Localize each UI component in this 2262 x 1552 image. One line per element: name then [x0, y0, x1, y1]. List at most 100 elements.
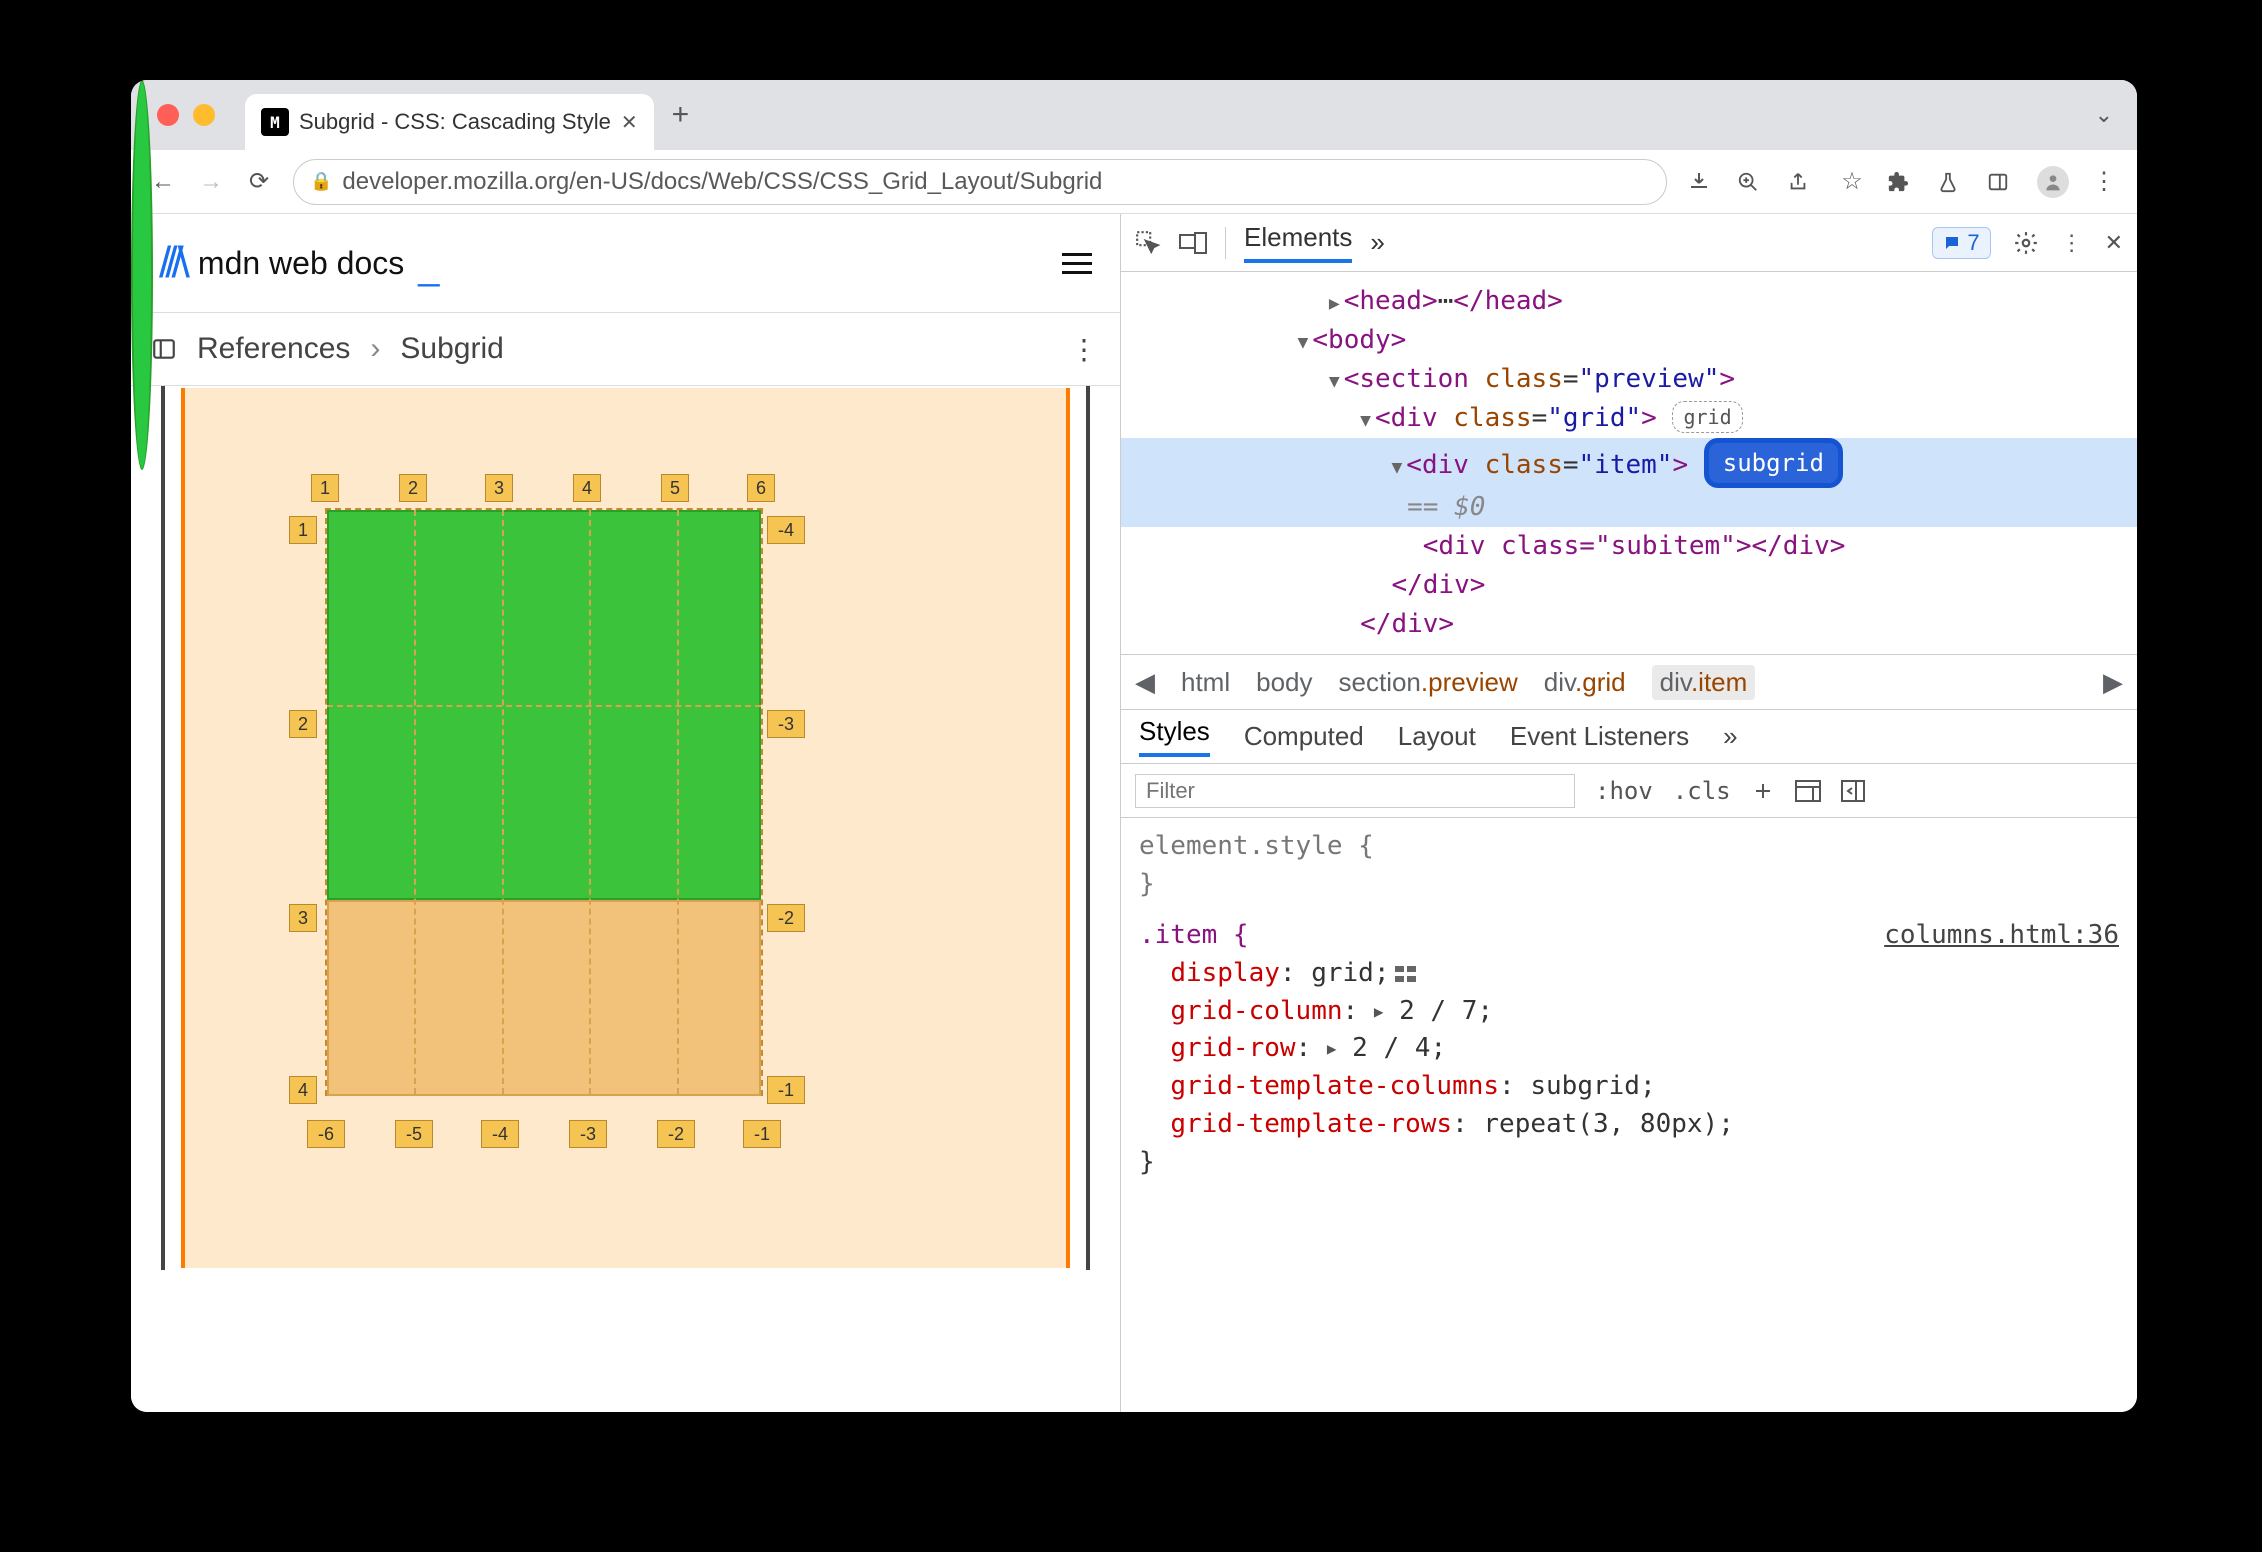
tab-event-listeners[interactable]: Event Listeners	[1510, 721, 1689, 752]
side-panel-icon[interactable]	[1987, 171, 2017, 193]
grid-label: 2	[399, 474, 427, 502]
crumb-body[interactable]: body	[1256, 667, 1312, 698]
tab-strip: M Subgrid - CSS: Cascading Style ✕ + ⌄	[131, 80, 2137, 150]
new-tab-button[interactable]: +	[672, 98, 690, 132]
grid-label: -4	[481, 1120, 519, 1148]
grid-label: 6	[747, 474, 775, 502]
tab-list-button[interactable]: ⌄	[2095, 102, 2113, 128]
menu-button[interactable]	[1062, 253, 1092, 274]
grid-label: -6	[307, 1120, 345, 1148]
reload-button[interactable]: ⟳	[245, 167, 273, 196]
dom-node-selected: ▼<div class="item"> subgrid	[1121, 438, 2137, 488]
dom-tree[interactable]: ▶<head>⋯</head> ▼<body> ▼<section class=…	[1121, 272, 2137, 654]
browser-toolbar: ← → ⟳ 🔒 developer.mozilla.org/en-US/docs…	[131, 150, 2137, 214]
favicon-icon: M	[261, 108, 289, 136]
grid-label: -1	[767, 1076, 805, 1104]
grid-label: -3	[767, 710, 805, 738]
minimize-window-icon[interactable]	[193, 104, 215, 126]
crumb-prev-icon[interactable]: ◀	[1135, 667, 1155, 698]
crumb-subgrid[interactable]: Subgrid	[400, 332, 503, 366]
breadcrumb: References › Subgrid ⋮	[131, 312, 1120, 386]
mdn-brand-text: mdn web docs	[198, 245, 404, 282]
forward-button[interactable]: →	[197, 168, 225, 196]
tab-title: Subgrid - CSS: Cascading Style	[299, 109, 611, 135]
sidebar-toggle-icon[interactable]	[151, 336, 177, 362]
issues-badge[interactable]: 7	[1932, 227, 1990, 259]
elements-tab[interactable]: Elements	[1244, 222, 1352, 263]
filter-input[interactable]	[1135, 774, 1575, 808]
grid-badge[interactable]: grid	[1672, 401, 1742, 433]
article-actions-icon[interactable]: ⋮	[1070, 333, 1100, 366]
more-tabs-icon[interactable]: »	[1370, 227, 1384, 258]
grid-label: -4	[767, 516, 805, 544]
zoom-icon[interactable]	[1737, 171, 1767, 193]
extensions-icon[interactable]	[1887, 171, 1917, 193]
styles-toolbar: :hov .cls	[1121, 764, 2137, 818]
issues-count: 7	[1967, 230, 1979, 256]
grid-label: 4	[573, 474, 601, 502]
profile-avatar[interactable]	[2037, 166, 2069, 198]
article-body: 1 2 3 4 5 6 1 2 3 4 -4 -3 -2 -1	[131, 386, 1120, 1270]
crumb-next-icon[interactable]: ▶	[2103, 667, 2123, 698]
chrome-menu-icon[interactable]: ⋮	[2089, 167, 2119, 196]
mdn-header: ///\ mdn web docs _	[131, 214, 1120, 312]
settings-icon[interactable]	[2013, 230, 2039, 256]
crumb-section[interactable]: section.preview	[1339, 667, 1518, 698]
share-icon[interactable]	[1787, 171, 1817, 193]
browser-tab[interactable]: M Subgrid - CSS: Cascading Style ✕	[245, 94, 654, 150]
dom-breadcrumb[interactable]: ◀ html body section.preview div.grid div…	[1121, 654, 2137, 710]
tab-computed[interactable]: Computed	[1244, 721, 1364, 752]
device-toolbar-icon[interactable]	[1179, 232, 1207, 254]
source-link[interactable]: columns.html:36	[1884, 917, 2119, 955]
mdn-logo[interactable]: ///\ mdn web docs _	[159, 238, 439, 288]
crumb-references[interactable]: References	[197, 332, 350, 366]
inspect-icon[interactable]	[1135, 230, 1161, 256]
install-icon[interactable]	[1687, 170, 1717, 194]
tab-close-icon[interactable]: ✕	[621, 110, 638, 135]
tab-layout[interactable]: Layout	[1398, 721, 1476, 752]
close-window-icon[interactable]	[157, 104, 179, 126]
grid-editor-icon[interactable]	[1395, 966, 1417, 982]
more-subtabs-icon[interactable]: »	[1723, 721, 1737, 752]
toggle-sidebar-icon[interactable]	[1841, 780, 1865, 802]
hov-toggle[interactable]: :hov	[1595, 777, 1653, 805]
chrome-window: M Subgrid - CSS: Cascading Style ✕ + ⌄ ←…	[131, 80, 2137, 1412]
grid-label: 1	[311, 474, 339, 502]
grid-label: 5	[661, 474, 689, 502]
styles-tabs: Styles Computed Layout Event Listeners »	[1121, 710, 2137, 764]
url-text: developer.mozilla.org/en-US/docs/Web/CSS…	[342, 168, 1102, 196]
new-style-rule-icon[interactable]	[1751, 779, 1775, 803]
address-bar[interactable]: 🔒 developer.mozilla.org/en-US/docs/Web/C…	[293, 159, 1667, 205]
subgrid-figure: 1 2 3 4 5 6 1 2 3 4 -4 -3 -2 -1	[181, 388, 1070, 1268]
grid-label: 3	[485, 474, 513, 502]
lock-icon: 🔒	[310, 171, 332, 192]
grid-label: -5	[395, 1120, 433, 1148]
crumb-item[interactable]: div.item	[1652, 665, 1756, 700]
grid-label: 2	[289, 710, 317, 738]
devtools-close-icon[interactable]: ✕	[2105, 230, 2123, 256]
mdn-cursor-icon: _	[418, 246, 439, 289]
back-button[interactable]: ←	[149, 168, 177, 196]
zoom-window-icon[interactable]	[131, 80, 153, 470]
window-controls	[143, 104, 245, 126]
crumb-html[interactable]: html	[1181, 667, 1230, 698]
labs-icon[interactable]	[1937, 170, 1967, 194]
grid-label: -3	[569, 1120, 607, 1148]
computed-sidebar-icon[interactable]	[1795, 780, 1821, 802]
tab-styles[interactable]: Styles	[1139, 716, 1210, 757]
cls-toggle[interactable]: .cls	[1673, 777, 1731, 805]
grid-label: 3	[289, 904, 317, 932]
chevron-right-icon: ›	[370, 332, 380, 366]
grid-label: 4	[289, 1076, 317, 1104]
grid-label: 1	[289, 516, 317, 544]
devtools-menu-icon[interactable]: ⋮	[2061, 230, 2083, 256]
mdn-mark-icon: ///\	[159, 238, 184, 288]
grid-label: -2	[767, 904, 805, 932]
styles-pane[interactable]: element.style { } .item {columns.html:36…	[1121, 818, 2137, 1191]
subgrid-badge[interactable]: subgrid	[1704, 438, 1843, 488]
grid-label: -2	[657, 1120, 695, 1148]
bookmark-icon[interactable]: ☆	[1837, 167, 1867, 196]
crumb-grid[interactable]: div.grid	[1544, 667, 1626, 698]
grid-label: -1	[743, 1120, 781, 1148]
grid-overlay	[325, 508, 763, 1096]
